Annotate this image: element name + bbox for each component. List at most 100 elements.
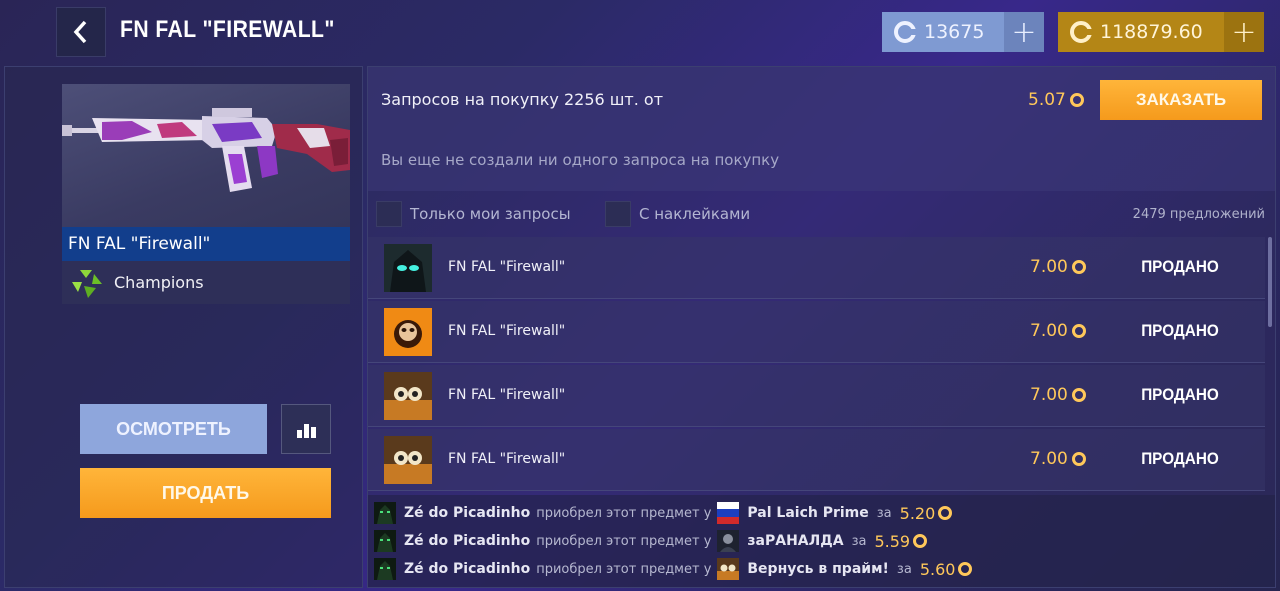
item-card: FN FAL "Firewall" Champions — [62, 84, 350, 304]
weapon-image — [62, 84, 350, 227]
offers-scrollbar[interactable] — [1268, 237, 1272, 327]
page-title: FN FAL "FIREWALL" — [120, 16, 335, 43]
offer-row[interactable]: FN FAL "Firewall" 7.00 ПРОДАНО — [368, 365, 1265, 427]
history-for: за — [876, 505, 892, 521]
offer-item-name: FN FAL "Firewall" — [448, 451, 566, 467]
back-button[interactable] — [56, 7, 106, 57]
only-mine-label: Только мои запросы — [410, 205, 571, 223]
item-name: FN FAL "Firewall" — [62, 227, 350, 261]
buyer-name: Zé do Picadinho — [404, 505, 531, 521]
add-silver-button[interactable]: + — [1004, 12, 1044, 52]
sell-button[interactable]: ПРОДАТЬ — [80, 468, 331, 518]
offer-row[interactable]: FN FAL "Firewall" 7.00 ПРОДАНО — [368, 429, 1265, 491]
offer-price-value: 7.00 — [1030, 321, 1068, 341]
filters-bar: Только мои запросы С наклейками 2479 пре… — [368, 197, 1275, 233]
history-price-value: 5.60 — [919, 559, 956, 579]
offer-price: 7.00 — [1030, 385, 1086, 405]
only-mine-checkbox[interactable] — [376, 201, 402, 227]
gold-coin-icon — [1071, 260, 1086, 274]
history-price: 5.60 — [920, 560, 973, 579]
history-for: за — [851, 533, 867, 549]
silver-balance: 13675 + — [882, 12, 1044, 52]
history-row: Zé do Picadinho приобрел этот предмет у … — [374, 529, 928, 553]
filter-with-stickers[interactable]: С наклейками — [605, 201, 750, 227]
history-for: за — [896, 561, 912, 577]
offer-status: ПРОДАНО — [1141, 257, 1219, 276]
russia-flag-icon — [717, 502, 740, 524]
history-price: 5.59 — [874, 531, 928, 551]
statistics-button[interactable] — [281, 404, 331, 454]
silver-balance-value: 13675 — [924, 21, 985, 43]
offer-status: ПРОДАНО — [1141, 449, 1219, 468]
seller-avatar — [384, 308, 432, 356]
min-request-price: 5.07 — [1028, 90, 1084, 110]
gold-coin-icon — [1070, 21, 1093, 43]
buyer-avatar — [374, 530, 396, 552]
bar-chart-icon-bar — [303, 424, 309, 438]
history-verb: приобрел этот предмет у — [536, 561, 712, 577]
offer-price: 7.00 — [1030, 449, 1086, 469]
order-button[interactable]: ЗАКАЗАТЬ — [1100, 80, 1262, 120]
offer-price-value: 7.00 — [1030, 257, 1068, 277]
offer-row[interactable]: FN FAL "Firewall" 7.00 ПРОДАНО — [368, 301, 1265, 363]
buyer-avatar — [374, 502, 396, 524]
champions-collection-icon — [72, 269, 102, 298]
bar-chart-icon-bar — [310, 427, 316, 438]
inspect-button[interactable]: ОСМОТРЕТЬ — [80, 404, 267, 454]
gold-coin-icon — [1071, 324, 1086, 338]
item-collection: Champions — [62, 261, 350, 304]
gold-coin-icon — [958, 562, 973, 576]
gold-coin-icon — [938, 506, 953, 520]
offer-price: 7.00 — [1030, 321, 1086, 341]
offers-list: FN FAL "Firewall" 7.00 ПРОДАНО FN FAL "F… — [368, 237, 1275, 491]
history-row: Zé do Picadinho приобрел этот предмет у … — [374, 501, 953, 525]
buy-requests-section: Запросов на покупку 2256 шт. от 5.07 ЗАК… — [368, 67, 1275, 191]
history-price-value: 5.20 — [899, 503, 936, 523]
no-requests-text: Вы еще не создали ни одного запроса на п… — [381, 151, 780, 169]
seller-avatar — [384, 372, 432, 420]
seller-avatar — [717, 530, 740, 552]
buy-requests-summary: Запросов на покупку 2256 шт. от — [381, 90, 664, 109]
buyer-name: Zé do Picadinho — [404, 533, 531, 549]
history-price-value: 5.59 — [874, 531, 911, 551]
with-stickers-checkbox[interactable] — [605, 201, 631, 227]
offer-row[interactable]: FN FAL "Firewall" 7.00 ПРОДАНО — [368, 237, 1265, 299]
with-stickers-label: С наклейками — [639, 205, 751, 223]
offer-status: ПРОДАНО — [1141, 321, 1219, 340]
seller-avatar — [717, 558, 740, 580]
rifle-icon — [62, 108, 350, 192]
gold-coin-icon — [1071, 388, 1086, 402]
add-gold-button[interactable]: + — [1224, 12, 1264, 52]
offer-item-name: FN FAL "Firewall" — [448, 323, 566, 339]
item-panel: FN FAL "Firewall" Champions ОСМОТРЕТЬ ПР… — [4, 66, 363, 588]
gold-balance-value: 118879.60 — [1100, 21, 1203, 43]
history-row: Zé do Picadinho приобрел этот предмет у … — [374, 557, 973, 581]
buyer-avatar — [374, 558, 396, 580]
history-verb: приобрел этот предмет у — [536, 533, 712, 549]
offer-item-name: FN FAL "Firewall" — [448, 259, 566, 275]
seller-avatar — [384, 244, 432, 292]
sales-history: Zé do Picadinho приобрел этот предмет у … — [368, 495, 1275, 587]
gold-balance: 118879.60 + — [1058, 12, 1264, 52]
offer-price-value: 7.00 — [1030, 385, 1068, 405]
gold-coin-icon — [1071, 452, 1086, 466]
min-request-price-value: 5.07 — [1028, 90, 1066, 110]
offer-status: ПРОДАНО — [1141, 385, 1219, 404]
top-bar: FN FAL "FIREWALL" 13675 + 118879.60 + — [0, 0, 1280, 64]
market-panel: Запросов на покупку 2256 шт. от 5.07 ЗАК… — [367, 66, 1276, 588]
bar-chart-icon — [296, 430, 302, 438]
silver-coin-icon — [894, 21, 917, 43]
history-verb: приобрел этот предмет у — [536, 505, 712, 521]
seller-name: заРАНАЛДА — [747, 533, 844, 549]
offers-count: 2479 предложений — [1132, 207, 1265, 222]
buyer-name: Zé do Picadinho — [404, 561, 531, 577]
gold-coin-icon — [1069, 93, 1084, 107]
offer-item-name: FN FAL "Firewall" — [448, 387, 566, 403]
seller-name: Вернусь в прайм! — [747, 561, 889, 577]
filter-only-mine[interactable]: Только мои запросы — [376, 201, 571, 227]
seller-name: Pal Laich Prime — [747, 505, 869, 521]
chevron-left-icon — [73, 20, 87, 44]
offer-price: 7.00 — [1030, 257, 1086, 277]
collection-label: Champions — [114, 273, 204, 292]
gold-coin-icon — [913, 534, 928, 548]
